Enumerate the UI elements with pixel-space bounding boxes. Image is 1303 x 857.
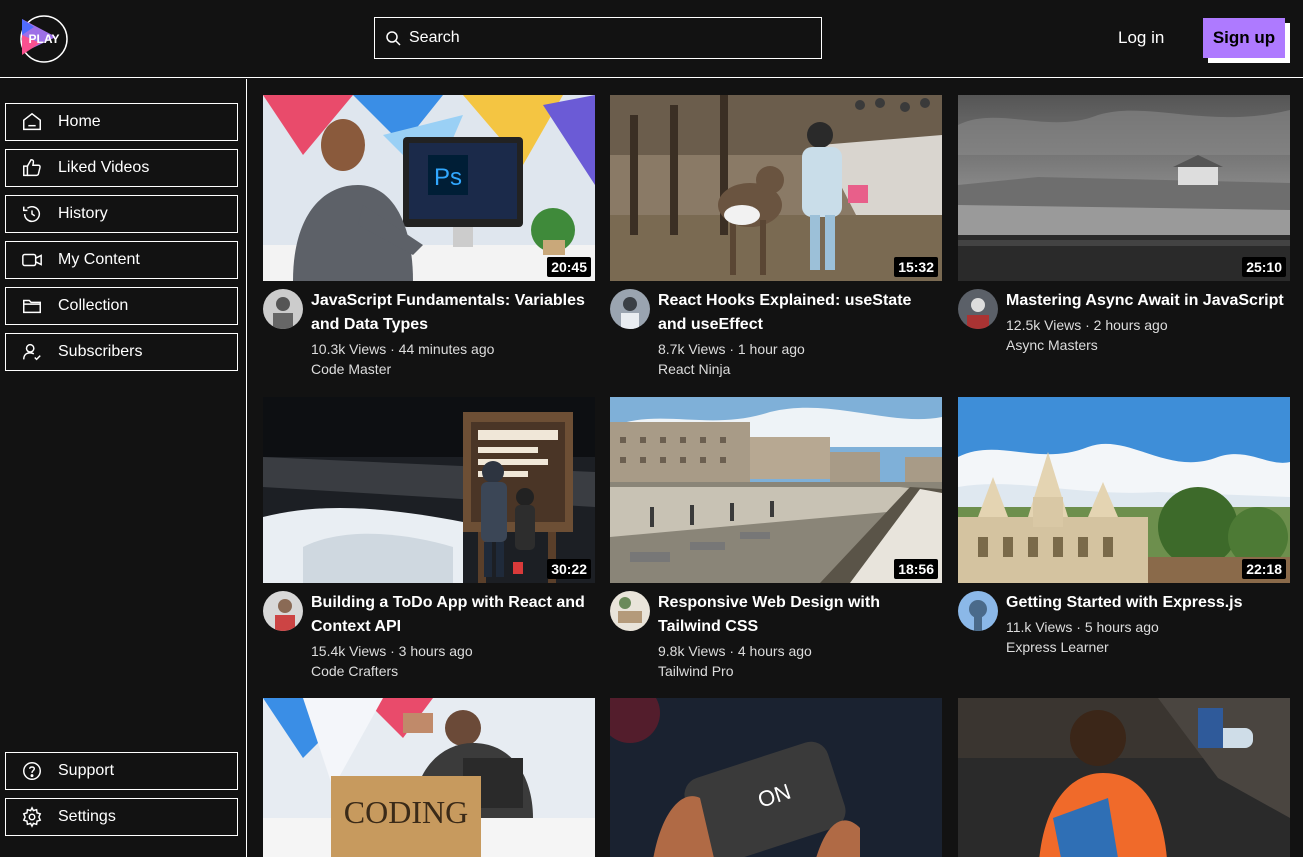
video-thumbnail[interactable]: 15:32 [610,95,942,281]
video-duration: 18:56 [894,559,938,579]
sidebar-item-support[interactable]: Support [5,752,238,790]
video-duration: 25:10 [1242,257,1286,277]
login-button[interactable]: Log in [1118,28,1164,48]
channel-name[interactable]: Code Master [311,360,595,378]
question-circle-icon [23,762,41,780]
signup-button[interactable]: Sign up [1203,18,1285,58]
sidebar-item-liked-videos[interactable]: Liked Videos [5,149,238,187]
video-stats: 10.3k Views · 44 minutes ago [311,341,495,357]
channel-avatar[interactable] [610,289,650,329]
history-icon [23,205,40,223]
top-header: PLAY Log in Sign up [0,0,1303,78]
channel-name[interactable]: Express Learner [1006,638,1243,656]
channel-name[interactable]: Async Masters [1006,336,1284,354]
video-title[interactable]: Getting Started with Express.js [1006,591,1243,615]
channel-avatar[interactable] [958,289,998,329]
sidebar-item-label: Settings [58,808,116,825]
sidebar-item-home[interactable]: Home [5,103,238,141]
sidebar-item-label: Collection [58,297,129,314]
sidebar-item-history[interactable]: History [5,195,238,233]
video-thumbnail[interactable]: 25:10 [958,95,1290,281]
search-bar[interactable] [374,17,822,59]
video-title[interactable]: JavaScript Fundamentals: Variables and D… [311,289,595,337]
video-card[interactable]: 30:22 Building a ToDo App with React and… [263,397,595,680]
video-thumbnail[interactable]: 30:22 [263,397,595,583]
signup-button-wrapper: Sign up [1203,18,1290,63]
channel-name[interactable]: Tailwind Pro [658,662,942,680]
video-stats: 9.8k Views · 4 hours ago [658,643,812,659]
user-check-icon [23,343,41,361]
channel-avatar[interactable] [263,289,303,329]
svg-text:PLAY: PLAY [29,32,60,46]
video-title[interactable]: Building a ToDo App with React and Conte… [311,591,595,639]
home-icon [23,112,41,131]
channel-name[interactable]: React Ninja [658,360,942,378]
video-card[interactable]: CODING [263,698,595,857]
video-stats: 8.7k Views · 1 hour ago [658,341,805,357]
gear-icon [22,806,42,828]
video-thumbnail[interactable]: CODING [263,698,595,857]
sidebar-item-settings[interactable]: Settings [5,798,238,836]
video-card[interactable]: 15:32 React Hooks Explained: useState an… [610,95,942,378]
sidebar-item-subscribers[interactable]: Subscribers [5,333,238,371]
video-thumbnail[interactable] [958,698,1290,857]
video-duration: 15:32 [894,257,938,277]
channel-avatar[interactable] [263,591,303,631]
video-card[interactable] [958,698,1290,857]
sidebar-item-my-content[interactable]: My Content [5,241,238,279]
sidebar-item-collection[interactable]: Collection [5,287,238,325]
video-title[interactable]: Mastering Async Await in JavaScript [1006,289,1284,313]
sidebar-item-label: Liked Videos [58,159,150,176]
video-card[interactable]: 25:10 Mastering Async Await in JavaScrip… [958,95,1290,354]
play-logo[interactable]: PLAY [18,13,70,65]
svg-text:Ps: Ps [434,164,462,191]
video-thumbnail[interactable]: ON [610,698,942,857]
search-icon [386,31,401,46]
sidebar-item-label: Home [58,113,101,130]
video-thumbnail[interactable]: 22:18 [958,397,1290,583]
video-stats: 15.4k Views · 3 hours ago [311,643,473,659]
sidebar-item-label: History [58,205,108,222]
video-duration: 30:22 [547,559,591,579]
video-thumbnail[interactable]: 18:56 [610,397,942,583]
video-stats: 12.5k Views · 2 hours ago [1006,317,1168,333]
video-card[interactable]: 22:18 Getting Started with Express.js 11… [958,397,1290,656]
svg-text:CODING: CODING [344,794,468,830]
video-thumbnail[interactable]: Ps 20:45 [263,95,595,281]
sidebar-item-label: Subscribers [58,343,143,360]
video-duration: 20:45 [547,257,591,277]
video-duration: 22:18 [1242,559,1286,579]
video-card[interactable]: 18:56 Responsive Web Design with Tailwin… [610,397,942,680]
folder-icon [23,299,41,314]
channel-name[interactable]: Code Crafters [311,662,595,680]
sidebar-item-label: Support [58,762,115,779]
video-title[interactable]: React Hooks Explained: useState and useE… [658,289,942,337]
channel-avatar[interactable] [958,591,998,631]
video-stats: 11.k Views · 5 hours ago [1006,619,1159,635]
channel-avatar[interactable] [610,591,650,631]
video-title[interactable]: Responsive Web Design with Tailwind CSS [658,591,942,639]
thumbs-up-icon [23,159,41,177]
video-card[interactable]: ON [610,698,942,857]
video-camera-icon [22,253,42,267]
search-input[interactable] [409,29,789,47]
video-card[interactable]: Ps 20:45 JavaScript Fundamentals: Variab… [263,95,595,378]
sidebar: Home Liked Videos History My Content Col… [0,79,247,857]
sidebar-item-label: My Content [58,251,140,268]
